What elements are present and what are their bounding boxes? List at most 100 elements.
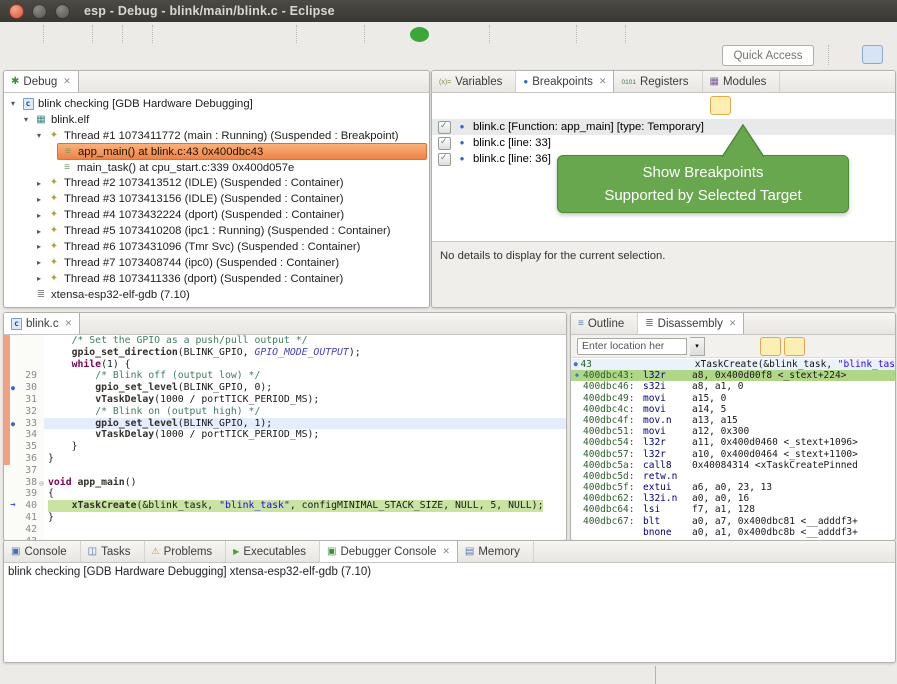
close-icon[interactable]: ✕ — [63, 76, 71, 87]
expander-icon[interactable]: ▾ — [21, 115, 31, 124]
run-icon[interactable] — [410, 27, 429, 42]
disasm-row[interactable]: 400dbc5f: extui a6, a0, 23, 13 — [571, 482, 895, 493]
display-selected-console-icon[interactable] — [809, 543, 828, 560]
disasm-row[interactable]: 400dbc62: l32i.n a0, a0, 16 — [571, 493, 895, 504]
code-line[interactable]: 37 vTaskDelay(1000 / portTICK_PERIOD_MS)… — [4, 429, 566, 441]
new-wizard-icon[interactable] — [2, 26, 21, 43]
instruction-stepping-icon[interactable] — [304, 26, 323, 43]
expander-icon[interactable]: ▸ — [34, 274, 44, 283]
dropdown-icon[interactable] — [21, 26, 40, 43]
terminate-icon[interactable] — [788, 543, 807, 560]
code-line[interactable]: ● 36 gpio_set_level(BLINK_GPIO, 1); — [4, 418, 566, 430]
minimize-icon[interactable] — [851, 315, 870, 332]
tree-row-gdb[interactable]: xtensa-esp32-elf-gdb (7.10) — [4, 287, 429, 303]
disasm-row[interactable]: 400dbc5a: call8 0x40084314 <xTaskCreateP… — [571, 460, 895, 471]
tab-console[interactable]: Console — [4, 541, 81, 562]
tab-executables[interactable]: Executables — [226, 541, 320, 562]
tab-memory[interactable]: Memory — [458, 541, 534, 562]
tree-row-thread[interactable]: ▸ Thread #7 1073408744 (ipc0) (Suspended… — [4, 255, 429, 271]
dropdown-icon[interactable] — [554, 26, 573, 43]
expander-icon[interactable]: ▸ — [34, 242, 44, 251]
flash-icon[interactable] — [535, 26, 554, 43]
tree-row-thread[interactable]: ▸ Thread #5 1073410208 (ipc1 : Running) … — [4, 223, 429, 239]
code-editor[interactable]: 29 /* Set the GPIO as a push/pull output… — [4, 335, 566, 540]
minimize-icon[interactable] — [851, 543, 870, 560]
build-icon[interactable] — [100, 26, 119, 43]
maximize-button[interactable] — [55, 4, 70, 19]
open-project-icon[interactable] — [497, 26, 516, 43]
save-all-icon[interactable] — [70, 26, 89, 43]
tree-row-elf[interactable]: ▾ blink.elf — [4, 112, 429, 128]
resume-icon[interactable] — [160, 26, 179, 43]
disasm-row[interactable]: 400dbc64: lsi f7, a1, 128 — [571, 504, 895, 515]
code-line[interactable]: 38 } — [4, 441, 566, 453]
code-line[interactable]: 34 vTaskDelay(1000 / portTICK_PERIOD_MS)… — [4, 394, 566, 406]
disconnect-icon[interactable] — [217, 26, 236, 43]
step-return-icon[interactable] — [274, 26, 293, 43]
disasm-row[interactable]: 400dbc4f: mov.n a13, a15 — [571, 415, 895, 426]
toggle-orb-icon[interactable] — [603, 26, 622, 43]
tree-row-thread[interactable]: ▸ Thread #4 1073432224 (dport) (Suspende… — [4, 207, 429, 223]
minimize-icon[interactable] — [522, 315, 541, 332]
close-icon[interactable]: ✕ — [442, 546, 450, 557]
link-with-debug-icon[interactable] — [843, 97, 862, 114]
expander-icon[interactable]: ▾ — [8, 99, 18, 108]
code-line[interactable]: 44 } — [4, 512, 566, 524]
dropdown-icon[interactable] — [747, 26, 766, 43]
disasm-row[interactable]: ◆ 400dbc43: l32r a8, 0x400d00f8 <_stext+… — [571, 370, 895, 381]
maximize-icon[interactable] — [406, 73, 425, 90]
view-menu-icon[interactable] — [866, 97, 885, 114]
code-line[interactable]: 29 /* Set the GPIO as a push/pull output… — [4, 335, 566, 347]
dropdown-icon[interactable] — [652, 26, 671, 43]
breakpoint-row[interactable]: blink.c [line: 33] — [432, 135, 895, 151]
go-to-file-icon[interactable] — [735, 97, 754, 114]
tree-row-thread[interactable]: ▸ Thread #2 1073413512 (IDLE) (Suspended… — [4, 175, 429, 191]
annotations-icon[interactable] — [671, 26, 690, 43]
code-line[interactable]: 35 /* Blink on (output high) */ — [4, 406, 566, 418]
debug-icon[interactable] — [372, 26, 391, 43]
tree-row-frame[interactable]: main_task() at cpu_start.c:339 0x400d057… — [4, 160, 429, 176]
tab-problems[interactable]: Problems — [145, 541, 227, 562]
tab-modules[interactable]: Modules — [703, 71, 781, 92]
last-edit-location-icon[interactable] — [709, 26, 728, 43]
open-perspective-icon[interactable] — [838, 46, 857, 63]
dropdown-icon[interactable] — [467, 26, 486, 43]
maximize-icon[interactable] — [543, 315, 562, 332]
code-line[interactable]: 45 — [4, 524, 566, 536]
sync-with-selection-icon[interactable] — [784, 337, 805, 356]
tab-outline[interactable]: Outline — [571, 313, 638, 334]
disasm-row[interactable]: 400dbc46: s32i a8, a1, 0 — [571, 381, 895, 392]
link-with-active-debug-context-icon[interactable] — [760, 337, 781, 356]
disasm-row[interactable]: 400dbc67: blt a0, a7, 0x400dbc81 <__addd… — [571, 516, 895, 527]
terminate-icon[interactable] — [198, 26, 217, 43]
breakpoint-checkbox[interactable] — [438, 121, 451, 134]
code-line[interactable]: ● 33 gpio_set_level(BLINK_GPIO, 0); — [4, 382, 566, 394]
view-menu-icon[interactable] — [852, 338, 871, 355]
expander-icon[interactable]: ▸ — [34, 227, 44, 236]
open-folder-icon[interactable] — [516, 26, 535, 43]
tab-tasks[interactable]: Tasks — [81, 541, 145, 562]
disasm-row[interactable]: 400dbc51: movi a12, 0x300 — [571, 426, 895, 437]
drop-to-frame-icon[interactable] — [342, 26, 361, 43]
console-output[interactable]: blink checking [GDB Hardware Debugging] … — [4, 563, 895, 662]
minimize-icon[interactable] — [851, 73, 870, 90]
tree-row-thread[interactable]: ▸ Thread #3 1073413156 (IDLE) (Suspended… — [4, 191, 429, 207]
dropdown-icon[interactable] — [830, 543, 849, 560]
disasm-row[interactable]: 400dbc4c: movi a14, 5 — [571, 404, 895, 415]
tree-row-launch[interactable]: ▾ blink checking [GDB Hardware Debugging… — [4, 96, 429, 112]
tree-row-thread[interactable]: ▾ Thread #1 1073411772 (main : Running) … — [4, 128, 429, 144]
code-line[interactable]: 40 — [4, 465, 566, 477]
show-threads-icon[interactable] — [323, 26, 342, 43]
tab-debugger-console[interactable]: Debugger Console ✕ — [320, 541, 458, 562]
home-icon[interactable] — [738, 338, 757, 355]
minimize-button[interactable] — [32, 4, 47, 19]
code-line[interactable]: 41 ⊖ void app_main() — [4, 477, 566, 489]
tab-debug[interactable]: Debug ✕ — [4, 71, 79, 92]
skip-all-breakpoints-icon[interactable] — [130, 26, 149, 43]
tab-registers[interactable]: Registers — [614, 71, 702, 92]
code-line[interactable]: 32 /* Blink off (output low) */ — [4, 370, 566, 382]
skip-all-icon[interactable] — [758, 97, 777, 114]
minimize-icon[interactable] — [385, 73, 404, 90]
code-line[interactable]: 39 } — [4, 453, 566, 465]
close-icon[interactable]: ✕ — [65, 318, 73, 329]
